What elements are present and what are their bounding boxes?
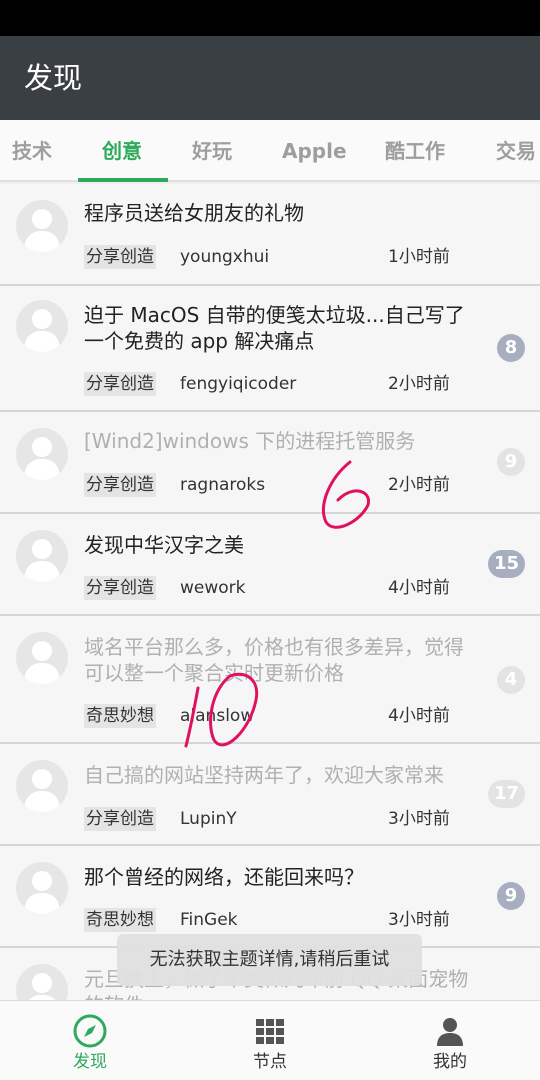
avatar[interactable] — [16, 632, 68, 684]
tab-tech[interactable]: 技术 — [12, 120, 52, 182]
reply-count-badge: 4 — [497, 666, 525, 694]
topic-title[interactable]: [Wind2]windows 下的进程托管服务 — [84, 428, 474, 454]
topic-time: 3小时前 — [388, 910, 450, 930]
topic-author[interactable]: LupinY — [180, 807, 237, 831]
tab-bar: 技术 创意 好玩 Apple 酷工作 交易 — [0, 120, 540, 182]
reply-count-badge: 15 — [487, 550, 525, 578]
topic-title[interactable]: 那个曾经的网络，还能回来吗？ — [84, 864, 474, 890]
bottom-nav: 发现 节点 我的 — [0, 1000, 540, 1080]
reply-count-badge: 8 — [497, 334, 525, 362]
avatar[interactable] — [16, 964, 68, 1000]
topic-author[interactable]: alanslow — [180, 704, 254, 728]
app-bar: 发现 — [0, 36, 540, 120]
topic-title[interactable]: 自己搞的网站坚持两年了，欢迎大家常来 — [84, 762, 474, 788]
nav-discover[interactable]: 发现 — [0, 1001, 180, 1080]
topic-title[interactable]: 发现中华汉字之美 — [84, 532, 474, 558]
tab-apple[interactable]: Apple — [282, 120, 347, 182]
topic-item[interactable]: [Wind2]windows 下的进程托管服务 分享创造 ragnaroks 2… — [0, 412, 540, 514]
grid-icon — [256, 1019, 284, 1044]
topic-time: 1小时前 — [388, 247, 450, 267]
topic-node[interactable]: 分享创造 — [84, 245, 156, 269]
avatar[interactable] — [16, 530, 68, 582]
nav-me-label: 我的 — [433, 1052, 467, 1072]
avatar[interactable] — [16, 300, 68, 352]
topic-author[interactable]: youngxhui — [180, 245, 269, 269]
reply-count-badge: 9 — [497, 448, 525, 476]
topic-author[interactable]: wework — [180, 576, 246, 600]
topic-item[interactable]: 发现中华汉字之美 分享创造 wework 4小时前 15 — [0, 514, 540, 616]
topic-time: 4小时前 — [388, 578, 450, 598]
topic-author[interactable]: fengyiqicoder — [180, 372, 296, 396]
tab-active-indicator — [78, 178, 168, 182]
topic-time: 2小时前 — [388, 475, 450, 495]
topic-time: 2小时前 — [388, 374, 450, 394]
topic-time: 4小时前 — [388, 706, 450, 726]
reply-count-badge: 9 — [497, 882, 525, 910]
topic-node[interactable]: 分享创造 — [84, 576, 156, 600]
tab-creative[interactable]: 创意 — [102, 120, 142, 182]
topic-list[interactable]: 程序员送给女朋友的礼物 分享创造 youngxhui 1小时前 迫于 MacOS… — [0, 184, 540, 1000]
topic-item[interactable]: 自己搞的网站坚持两年了，欢迎大家常来 分享创造 LupinY 3小时前 17 — [0, 744, 540, 846]
avatar[interactable] — [16, 428, 68, 480]
topic-author[interactable]: FinGek — [180, 908, 238, 932]
topic-item[interactable]: 域名平台那么多，价格也有很多差异，觉得可以整一个聚合实时更新价格 奇思妙想 al… — [0, 616, 540, 744]
person-icon — [24, 871, 60, 914]
person-icon — [24, 209, 60, 252]
topic-node[interactable]: 分享创造 — [84, 372, 156, 396]
tab-trade[interactable]: 交易 — [496, 120, 536, 182]
person-icon — [437, 1018, 463, 1046]
tab-cool-jobs[interactable]: 酷工作 — [385, 120, 445, 182]
person-icon — [24, 641, 60, 684]
nav-nodes[interactable]: 节点 — [180, 1001, 360, 1080]
topic-node[interactable]: 奇思妙想 — [84, 704, 156, 728]
topic-item[interactable]: 迫于 MacOS 自带的便笺太垃圾...自己写了一个免费的 app 解决痛点 分… — [0, 286, 540, 412]
topic-title[interactable]: 迫于 MacOS 自带的便笺太垃圾...自己写了一个免费的 app 解决痛点 — [84, 302, 474, 354]
person-icon — [24, 539, 60, 582]
person-icon — [28, 973, 56, 1000]
nav-discover-label: 发现 — [73, 1052, 107, 1072]
nav-me[interactable]: 我的 — [360, 1001, 540, 1080]
topic-item[interactable]: 那个曾经的网络，还能回来吗？ 奇思妙想 FinGek 3小时前 9 — [0, 846, 540, 948]
status-bar — [0, 0, 540, 36]
topic-node[interactable]: 分享创造 — [84, 473, 156, 497]
topic-item[interactable]: 程序员送给女朋友的礼物 分享创造 youngxhui 1小时前 — [0, 184, 540, 286]
person-icon — [24, 309, 60, 352]
nav-nodes-label: 节点 — [253, 1052, 287, 1072]
error-toast: 无法获取主题详情,请稍后重试 — [117, 934, 422, 986]
topic-title[interactable]: 域名平台那么多，价格也有很多差异，觉得可以整一个聚合实时更新价格 — [84, 634, 474, 686]
person-icon — [24, 437, 60, 480]
compass-icon — [73, 1014, 107, 1048]
reply-count-badge: 17 — [487, 780, 525, 808]
avatar[interactable] — [16, 760, 68, 812]
person-icon — [24, 769, 60, 812]
avatar[interactable] — [16, 862, 68, 914]
page-title: 发现 — [24, 61, 83, 95]
topic-title[interactable]: 程序员送给女朋友的礼物 — [84, 200, 474, 226]
tab-fun[interactable]: 好玩 — [192, 120, 232, 182]
topic-author[interactable]: ragnaroks — [180, 473, 265, 497]
topic-time: 3小时前 — [388, 809, 450, 829]
avatar[interactable] — [16, 200, 68, 252]
topic-node[interactable]: 分享创造 — [84, 807, 156, 831]
topic-node[interactable]: 奇思妙想 — [84, 908, 156, 932]
